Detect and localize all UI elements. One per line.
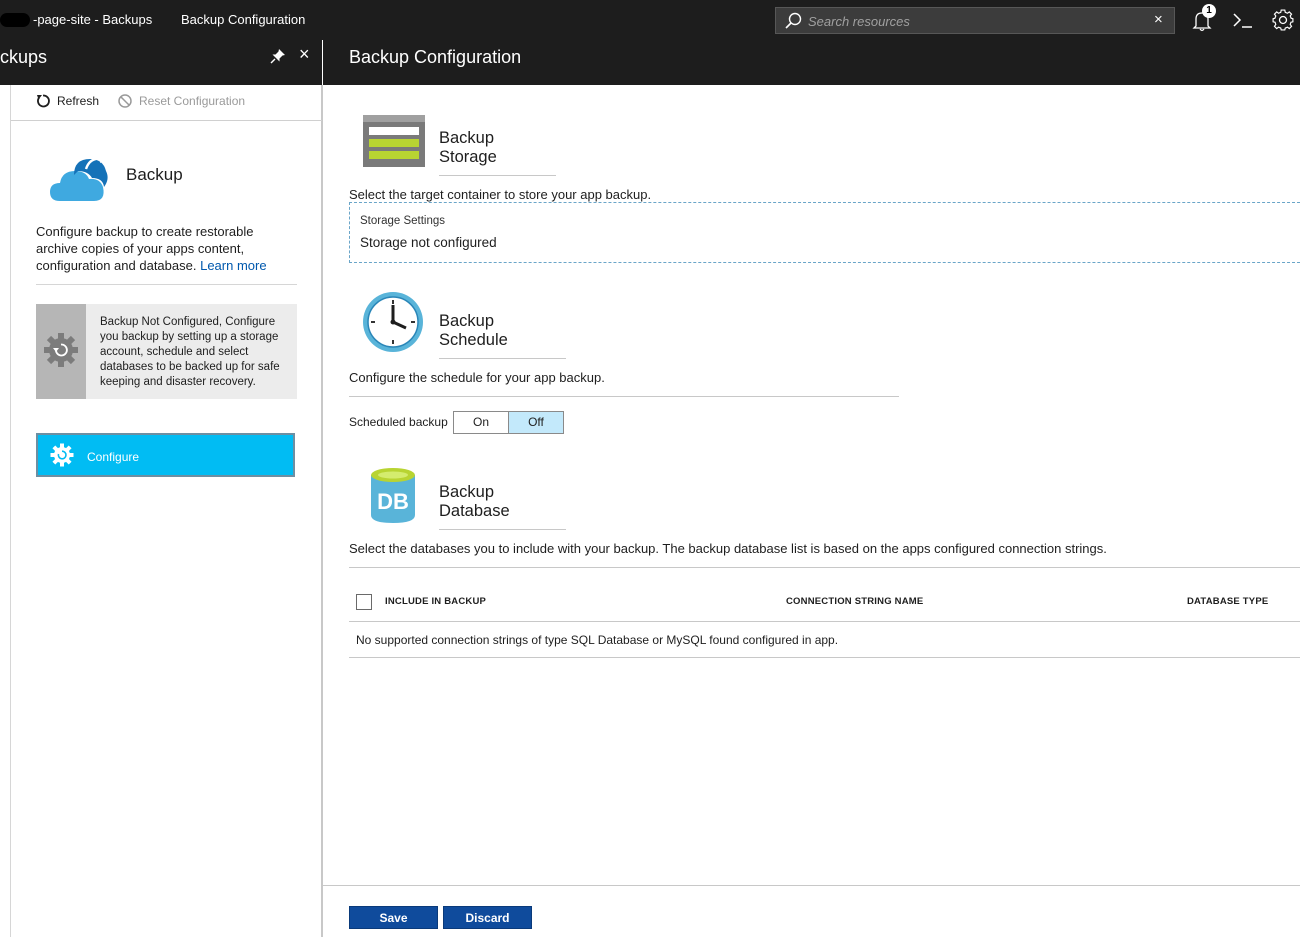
backup-database-title: Backup Database — [439, 483, 566, 530]
reset-configuration-label: Reset Configuration — [139, 94, 246, 108]
search-icon — [785, 12, 802, 29]
learn-more-link[interactable]: Learn more — [200, 258, 266, 273]
toggle-on-option[interactable]: On — [454, 412, 509, 433]
blade-title-backup-configuration: Backup Configuration — [349, 47, 522, 67]
cloud-backup-icon — [50, 153, 108, 201]
close-blade-icon[interactable]: × — [299, 44, 310, 65]
clock-icon — [363, 292, 423, 352]
breadcrumb-backup-configuration[interactable]: Backup Configuration — [181, 12, 305, 27]
disabled-circle-icon — [118, 94, 132, 108]
svg-text:DB: DB — [377, 489, 409, 514]
refresh-label: Refresh — [57, 94, 100, 108]
backup-schedule-description: Configure the schedule for your app back… — [349, 370, 605, 385]
gear-refresh-icon — [44, 333, 78, 367]
select-all-checkbox[interactable] — [356, 594, 372, 610]
settings-gear-icon[interactable] — [1269, 6, 1297, 34]
backup-configuration-blade-header: Backup Configuration — [323, 40, 1300, 85]
storage-account-icon — [363, 115, 425, 167]
backup-not-configured-notice: Backup Not Configured, Configure you bac… — [36, 304, 297, 399]
cloud-shell-icon[interactable] — [1229, 6, 1257, 34]
redacted-breadcrumb — [0, 13, 30, 27]
clear-search-icon[interactable]: × — [1154, 11, 1163, 28]
column-connection-string-name[interactable]: CONNECTION STRING NAME — [786, 596, 923, 607]
notice-text: Backup Not Configured, Configure you bac… — [100, 316, 280, 388]
discard-button[interactable]: Discard — [443, 906, 532, 929]
storage-settings-label: Storage Settings — [360, 215, 446, 227]
top-bar: -page-site - Backups Backup Configuratio… — [0, 0, 1300, 40]
breadcrumb-site-backups[interactable]: -page-site - Backups — [33, 12, 152, 27]
column-include-in-backup[interactable]: INCLUDE IN BACKUP — [385, 596, 486, 607]
command-bar: Refresh Reset Configuration — [11, 85, 322, 121]
backup-description: Configure backup to create restorable ar… — [36, 224, 267, 273]
refresh-button[interactable]: Refresh — [35, 93, 99, 109]
search-input[interactable] — [808, 11, 1148, 31]
backup-storage-description: Select the target container to store you… — [349, 187, 652, 202]
configure-label: Configure — [87, 450, 140, 464]
storage-settings-value: Storage not configured — [360, 235, 497, 250]
configure-gear-icon — [50, 443, 74, 467]
backup-database-description: Select the databases you to include with… — [349, 541, 1107, 556]
save-button[interactable]: Save — [349, 906, 438, 929]
backup-configuration-blade: Backup Storage Select the target contain… — [323, 85, 1300, 937]
backups-blade-header: ckups × — [0, 40, 322, 85]
backup-storage-title: Backup Storage — [439, 129, 556, 176]
storage-settings-selector[interactable]: Storage Settings Storage not configured — [349, 202, 1300, 263]
table-empty-message: No supported connection strings of type … — [356, 633, 839, 647]
scheduled-backup-toggle[interactable]: On Off — [453, 411, 564, 434]
column-database-type[interactable]: DATABASE TYPE — [1187, 596, 1268, 607]
search-box[interactable]: × — [775, 7, 1175, 34]
notification-count-badge: 1 — [1202, 4, 1216, 18]
blade-title-backups: ckups — [0, 47, 48, 67]
pin-icon[interactable] — [270, 48, 286, 64]
scheduled-backup-label: Scheduled backup — [349, 415, 448, 429]
refresh-icon — [37, 94, 50, 108]
reset-configuration-button[interactable]: Reset Configuration — [117, 93, 245, 109]
configure-button[interactable]: Configure — [36, 433, 295, 477]
backup-title: Backup — [126, 165, 183, 184]
backups-blade: Refresh Reset Configuration Backup Confi… — [0, 85, 323, 937]
backup-schedule-title: Backup Schedule — [439, 312, 566, 359]
database-icon: DB — [371, 468, 415, 523]
toggle-off-option[interactable]: Off — [509, 412, 563, 433]
